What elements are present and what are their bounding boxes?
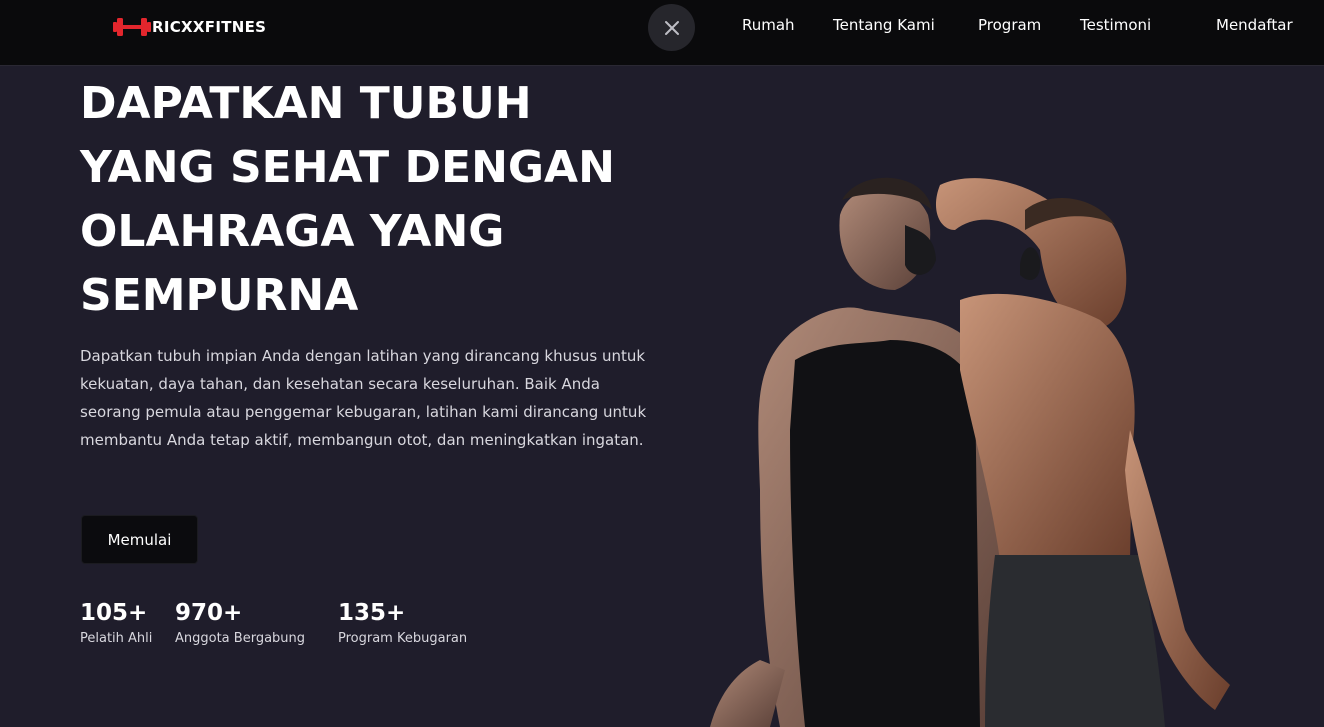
stat-value: 105+ [80,600,148,626]
stat-members: 970+ Anggota Bergabung [175,598,305,649]
stat-label: Program Kebugaran [338,631,468,646]
hero-title: DAPATKAN TUBUH YANG SEHAT DENGAN OLAHRAG… [80,78,615,321]
athlete-left-figure [710,177,1005,727]
nav-link-mendaftar[interactable]: Mendaftar [1216,16,1293,34]
dumbbell-icon [113,18,151,36]
stat-programs: 135+ Program Kebugaran [338,598,467,649]
stat-value: 970+ [175,600,243,626]
get-started-button[interactable]: Memulai [81,515,198,564]
nav-link-testimoni[interactable]: Testimoni [1080,16,1151,34]
stat-label: Anggota Bergabung [175,631,306,646]
stat-label: Pelatih Ahli [80,631,153,646]
close-menu-button[interactable] [648,4,695,51]
nav-link-tentang-kami[interactable]: Tentang Kami [833,16,935,34]
hero-description: Dapatkan tubuh impian Anda dengan latiha… [80,347,647,449]
stat-value: 135+ [338,600,406,626]
brand-name: RICXXFITNES [152,18,267,36]
hero-athletes-image [710,177,1230,727]
nav-link-program[interactable]: Program [978,16,1041,34]
stat-trainers: 105+ Pelatih Ahli [80,598,152,649]
brand-logo[interactable]: RICXXFITNES [112,15,266,39]
nav-link-rumah[interactable]: Rumah [742,16,795,34]
navbar: RICXXFITNES Rumah Tentang Kami Program T… [0,0,1324,66]
close-icon [664,20,679,35]
